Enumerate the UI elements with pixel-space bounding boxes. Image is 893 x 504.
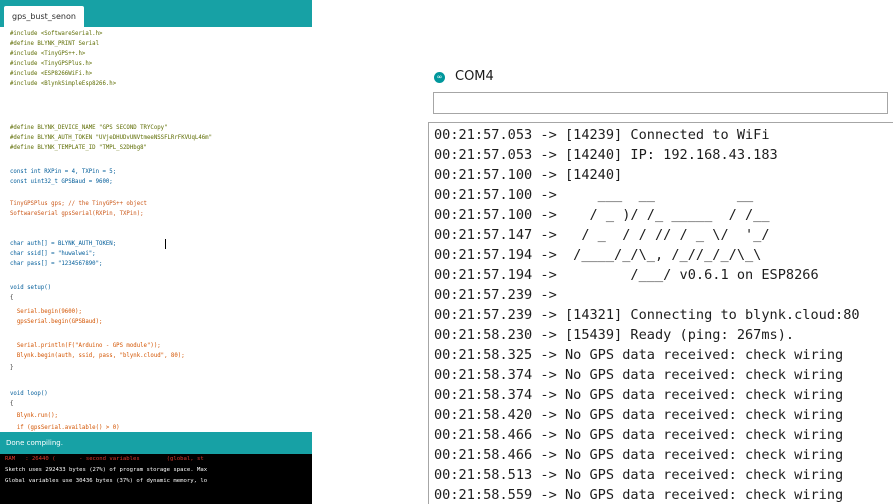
ide-console: RAM : 26440 ( - second variables (global… [0,454,312,504]
serial-line: 00:21:57.194 -> /____/_/\_, /_//_/_/\_\ [434,247,762,263]
code-line: TinyGPSPlus gps; // the TinyGPS++ object [10,201,147,207]
code-line: char auth[] = BLYNK_AUTH_TOKEN; [10,241,117,247]
serial-line: 00:21:58.374 -> No GPS data received: ch… [434,367,844,383]
window-title: COM4 [455,69,494,84]
code-line: SoftwareSerial gpsSerial(RXPin, TXPin); [10,211,144,217]
code-line: #define BLYNK_TEMPLATE_ID "TMPL_S2DHbg8" [10,145,147,151]
serial-output[interactable]: 00:21:57.053 -> [14239] Connected to WiF… [428,122,893,504]
serial-monitor-window: ∞ COM4 00:21:57.053 -> [14239] Connected… [426,62,893,504]
code-line: #include <TinyGPS++.h> [10,51,86,57]
code-line: { [10,295,14,301]
compile-status: Done compiling. [6,439,63,447]
code-line: void loop() [10,391,48,397]
serial-line: 00:21:57.053 -> [14239] Connected to WiF… [434,127,770,143]
serial-line: 00:21:57.239 -> [14321] Connecting to bl… [434,307,860,323]
serial-line: 00:21:57.100 -> ___ __ __ [434,187,754,203]
code-line: #include <BlynkSimpleEsp8266.h> [10,81,117,87]
serial-line: 00:21:58.466 -> No GPS data received: ch… [434,427,844,443]
code-line: char pass[] = "1234567890"; [10,261,103,267]
serial-line: 00:21:57.100 -> [14240] [434,167,623,183]
code-line: Blynk.begin(auth, ssid, pass, "blynk.clo… [10,353,185,359]
serial-send-input[interactable] [433,92,888,114]
code-line: char ssid[] = "huwalwei"; [10,251,96,257]
serial-line: 00:21:58.466 -> No GPS data received: ch… [434,447,844,463]
code-line: Serial.println(F("Arduino - GPS module")… [10,343,161,349]
code-line: #include <TinyGPSPlus.h> [10,61,93,67]
code-line: { [10,401,14,407]
serial-line: 00:21:58.325 -> No GPS data received: ch… [434,347,844,363]
arduino-icon: ∞ [434,72,445,83]
code-line: #include <ESP8266WiFi.h> [10,71,93,77]
ide-tab-bar: gps_bust_senon [0,0,312,27]
console-line: Sketch uses 292433 bytes (27%) of progra… [5,467,208,473]
serial-line: 00:21:58.513 -> No GPS data received: ch… [434,467,844,483]
code-line: gpsSerial.begin(GPSBaud); [10,319,103,325]
serial-line: 00:21:57.194 -> /___/ v0.6.1 on ESP8266 [434,267,819,283]
code-line: void setup() [10,285,52,291]
code-line: } [10,365,14,371]
serial-line: 00:21:57.100 -> / _ )/ /_ _____ / /__ [434,207,770,223]
code-line: if (gpsSerial.available() > 0) [10,425,120,431]
serial-monitor-titlebar: ∞ COM4 [426,62,893,92]
code-line: const uint32_t GPSBaud = 9600; [10,179,113,185]
serial-line: 00:21:58.420 -> No GPS data received: ch… [434,407,844,423]
serial-line: 00:21:57.147 -> / _ / / // / _ \/ '_/ [434,227,770,243]
console-line: Global variables use 30436 bytes (37%) o… [5,478,208,484]
serial-line: 00:21:57.239 -> [434,287,557,303]
console-line: RAM : 26440 ( - second variables (global… [5,456,204,462]
serial-line: 00:21:58.559 -> No GPS data received: ch… [434,487,844,503]
arduino-ide-window: gps_bust_senon #include <SoftwareSerial.… [0,0,312,504]
code-line: #include <SoftwareSerial.h> [10,31,103,37]
code-line: #define BLYNK_PRINT Serial [10,41,100,47]
serial-line: 00:21:57.053 -> [14240] IP: 192.168.43.1… [434,147,778,163]
code-line: #define BLYNK_AUTH_TOKEN "UVjeDHUDvUNVtm… [10,135,213,141]
code-line: const int RXPin = 4, TXPin = 5; [10,169,117,175]
text-cursor [165,239,166,249]
ide-status-bar: Done compiling. [0,432,312,454]
serial-line: 00:21:58.374 -> No GPS data received: ch… [434,387,844,403]
code-editor[interactable]: #include <SoftwareSerial.h> #define BLYN… [0,27,312,432]
code-line: #define BLYNK_DEVICE_NAME "GPS SECOND TR… [10,125,168,131]
code-line: Serial.begin(9600); [10,309,82,315]
code-line: Blynk.run(); [10,413,58,419]
serial-line: 00:21:58.230 -> [15439] Ready (ping: 267… [434,327,795,343]
sketch-tab[interactable]: gps_bust_senon [4,6,84,27]
